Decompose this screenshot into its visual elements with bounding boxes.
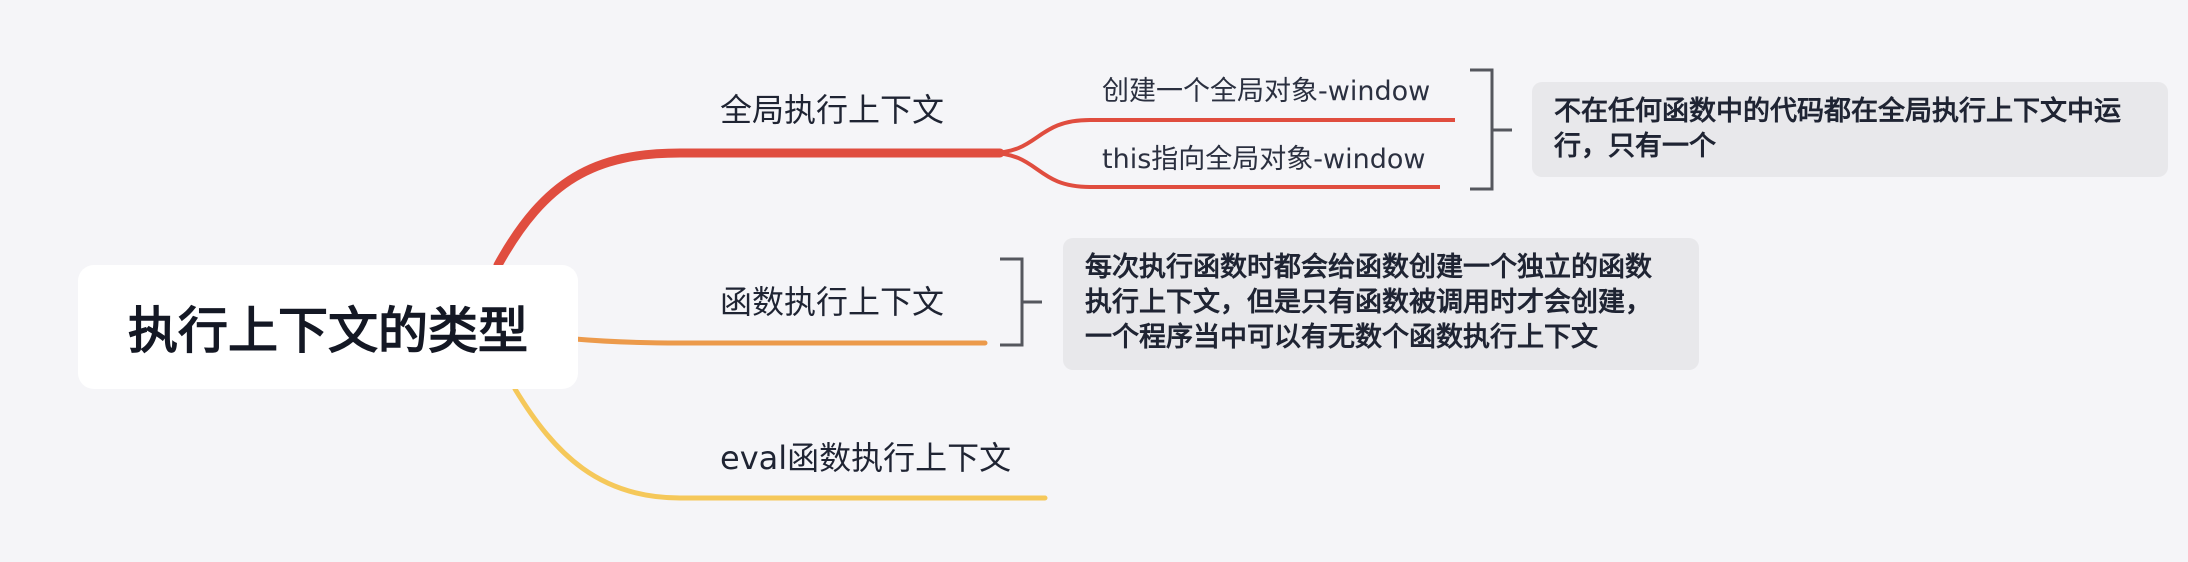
note-global[interactable]: 不在任何函数中的代码都在全局执行上下文中运行，只有一个 [1532,82,2168,177]
bracket-global [1470,68,1512,191]
root-node[interactable]: 执行上下文的类型 [78,265,578,389]
edge-root-to-function [572,336,988,346]
note-global-text: 不在任何函数中的代码都在全局执行上下文中运行，只有一个 [1554,96,2121,162]
branch-eval-label: eval函数执行上下文 [720,439,1012,477]
leaf-this-points-to-window[interactable]: this指向全局对象-window [1102,143,1425,177]
branch-global[interactable]: 全局执行上下文 [720,90,944,130]
edge-root-to-global [493,148,1005,270]
leaf-create-global-object[interactable]: 创建一个全局对象-window [1102,75,1430,109]
note-function-text: 每次执行函数时都会给函数创建一个独立的函数执行上下文，但是只有函数被调用时才会创… [1085,252,1652,353]
leaf-create-global-object-label: 创建一个全局对象-window [1102,76,1431,107]
leaf-this-points-to-window-label: this指向全局对象-window [1102,144,1426,175]
branch-global-label: 全局执行上下文 [720,91,945,129]
branch-function-label: 函数执行上下文 [720,283,945,321]
note-function[interactable]: 每次执行函数时都会给函数创建一个独立的函数执行上下文，但是只有函数被调用时才会创… [1063,238,1699,370]
branch-function[interactable]: 函数执行上下文 [720,282,944,322]
bracket-function [1000,257,1042,347]
branch-eval[interactable]: eval函数执行上下文 [720,438,1011,478]
root-label: 执行上下文的类型 [128,302,528,360]
